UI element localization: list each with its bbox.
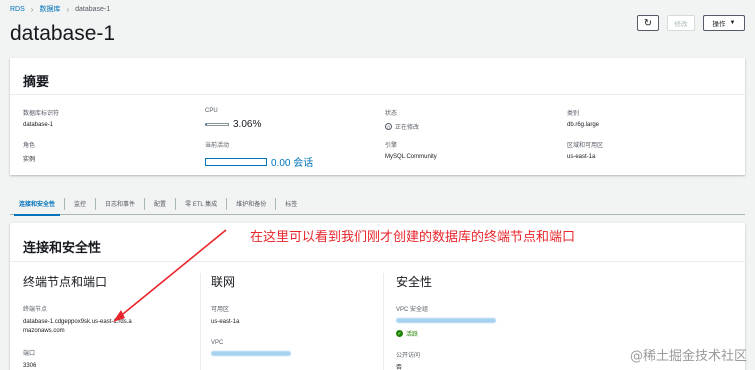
status-value: 正在修改 [395,125,420,131]
chevron-right-icon: › [66,4,70,14]
refresh-button[interactable]: ↻ [637,15,659,31]
refresh-icon: ↻ [643,17,653,29]
column-divider [383,273,384,370]
detail-tabs: 连接和安全性 监控 日志和事件 配置 零 ETL 集成 维护和备份 标签 [10,193,745,216]
caret-down-icon: ▼ [729,20,736,26]
modify-button[interactable]: 修改 [667,15,695,31]
class-label: 类别 [567,111,580,117]
cpu-label: CPU [205,108,218,114]
page-title: database-1 [10,22,116,45]
connections-value[interactable]: 0.00 会话 [271,154,313,169]
region-value: us-east-1a [567,154,596,160]
security-heading: 安全性 [396,275,433,289]
breadcrumb: RDS › 数据库 › database-1 [10,4,110,14]
engine-label: 引擎 [385,143,398,149]
class-value: db.r6g.large [567,122,600,128]
breadcrumb-current: database-1 [75,5,111,13]
connections-field: 当前活动 0.00 会话 [205,140,313,169]
summary-panel: 摘要 数据库标识符 database-1 CPU 3.06% 状态 ◷ 正在修改… [10,58,745,175]
engine-value: MySQL Community [385,154,437,160]
watermark: @稀土掘金技术社区 [629,349,747,364]
db-identifier-field: 数据库标识符 database-1 [23,108,59,128]
tab-zero-etl[interactable]: 零 ETL 集成 [176,197,228,210]
az-label: 可用区 [211,307,230,313]
column-divider [200,273,201,370]
sg-status: 活跃 [406,332,419,338]
tab-monitoring[interactable]: 监控 [65,197,97,210]
tab-maintenance[interactable]: 维护和备份 [227,197,277,210]
tab-configuration[interactable]: 配置 [145,197,177,210]
cpu-progress-bar [205,123,229,126]
class-field: 类别 db.r6g.large [567,108,599,128]
actions-dropdown[interactable]: 操作 ▼ [703,15,745,31]
actions-label: 操作 [712,21,726,28]
network-column: 联网 可用区 us-east-1a VPC [211,273,381,360]
summary-title: 摘要 [10,58,745,95]
endpoint-heading: 终端节点和端口 [23,275,108,289]
db-identifier-label: 数据库标识符 [23,111,60,117]
security-column: 安全性 VPC 安全组 ✓ 活跃 公开访问 否 [396,273,596,370]
in-progress-icon: ◷ [385,123,392,130]
cpu-value: 3.06% [233,119,262,130]
status-label: 状态 [385,111,398,117]
tab-logs-events[interactable]: 日志和事件 [96,197,146,210]
vpc-link-redacted[interactable] [211,351,291,356]
role-label: 角色 [23,143,36,149]
vpc-label: VPC [211,340,224,346]
connections-label: 当前活动 [205,143,230,149]
endpoint-label: 终端节点 [23,307,48,313]
public-access-value: 否 [396,365,403,370]
status-field: 状态 ◷ 正在修改 [385,108,419,131]
endpoint-value[interactable]: database-1.cdgeppox9sk.us-east-1.rds.ama… [23,318,133,336]
connections-bar [205,157,267,166]
region-field: 区域和可用区 us-east-1a [567,140,603,160]
header-actions: ↻ 修改 操作 ▼ [637,15,745,31]
role-value: 实例 [23,157,36,163]
tab-connectivity[interactable]: 连接和安全性 [10,197,66,216]
annotation-text: 在这里可以看到我们刚才创建的数据库的终端节点和端口 [250,230,576,245]
port-value: 3306 [23,363,37,369]
port-label: 端口 [23,351,36,357]
cpu-field: CPU 3.06% [205,108,261,130]
engine-field: 引擎 MySQL Community [385,140,437,160]
az-value: us-east-1a [211,319,240,325]
breadcrumb-databases[interactable]: 数据库 [39,4,60,14]
role-field: 角色 实例 [23,140,35,163]
endpoint-column: 终端节点和端口 终端节点 database-1.cdgeppox9sk.us-e… [23,273,208,370]
db-identifier-value: database-1 [23,122,54,128]
chevron-right-icon: › [30,4,34,14]
check-circle-icon: ✓ [396,330,403,337]
public-access-label: 公开访问 [396,353,421,359]
network-heading: 联网 [211,275,236,289]
security-group-link-redacted[interactable] [396,318,496,323]
region-label: 区域和可用区 [567,143,604,149]
tab-tags[interactable]: 标签 [276,198,306,210]
sg-label: VPC 安全组 [396,307,429,313]
breadcrumb-root[interactable]: RDS [10,6,25,13]
